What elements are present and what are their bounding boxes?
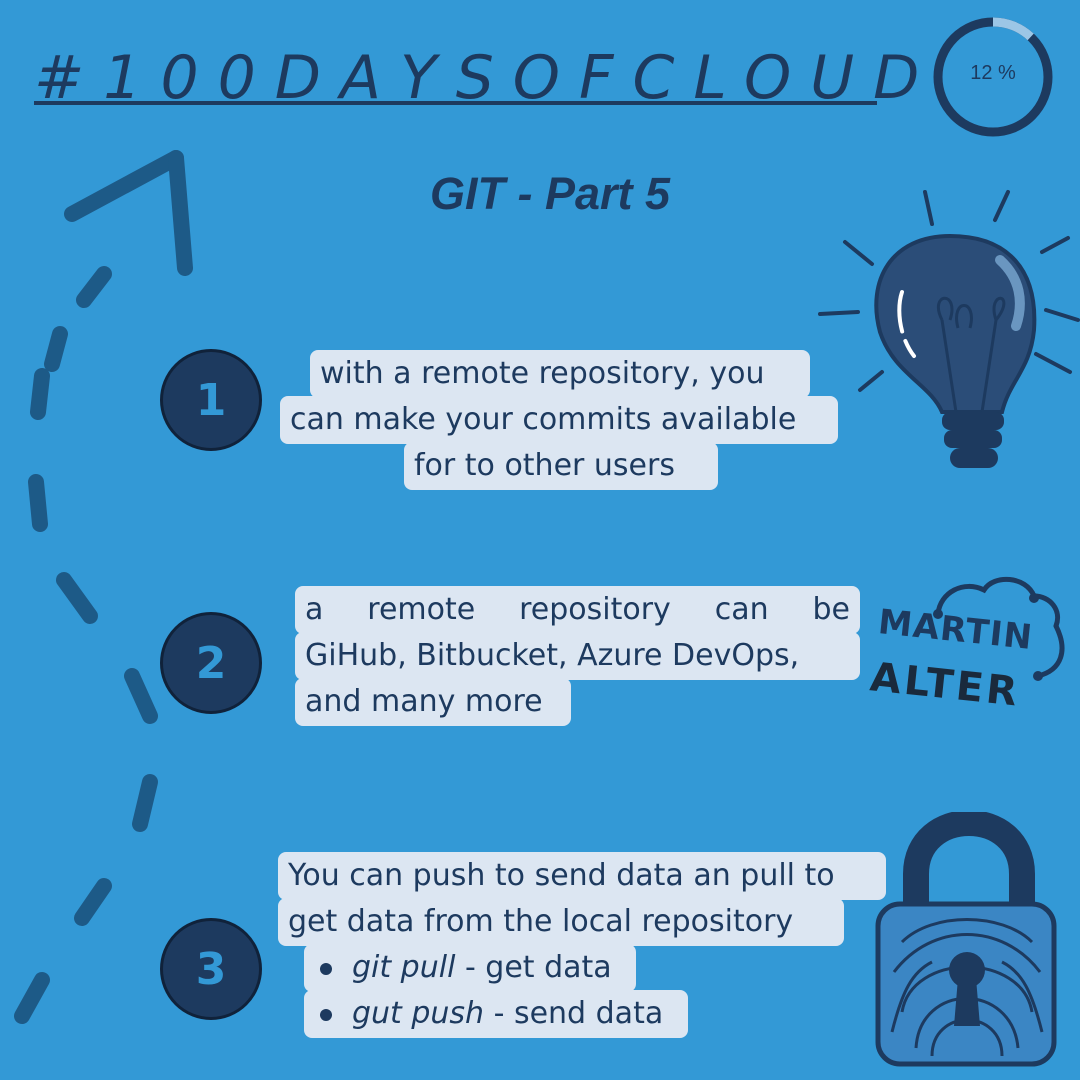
step-2-word: can [714,592,769,627]
bullet-description: - send data [484,996,664,1031]
step-1-text-line: for to other users [404,442,718,490]
step-number-badge: 2 [160,612,262,714]
step-number-badge: 3 [160,918,262,1020]
step-2-word: be [812,592,851,627]
step-2-word: remote [367,592,476,627]
step-1-text-line: with a remote repository, you [310,350,810,398]
step-2-text-line: GiHub, Bitbucket, Azure DevOps, [295,632,860,680]
bullet-command: gut push [352,996,485,1031]
step-2-text-line: a remote repository can be [295,586,860,634]
step-2-text-line: and many more [295,678,571,726]
step-3-bullet: gut push - send data [304,990,688,1038]
progress-label: 12 % [970,62,1016,84]
bullet-icon [320,962,332,975]
step-2-word: repository [519,592,671,627]
bullet-command: git pull [352,950,456,985]
step-3-text-line: get data from the local repository [278,898,844,946]
title-underline [34,101,877,105]
step-3-bullet: git pull - get data [304,944,636,992]
martin-alter-logo: MARTIN ALTER [868,570,1073,720]
lightbulb-icon [818,190,1080,468]
step-number-badge: 1 [160,349,262,451]
bullet-icon [320,1008,332,1021]
step-2-word: a [305,592,324,627]
padlock-icon [875,812,1057,1067]
step-3-text-line: You can push to send data an pull to [278,852,886,900]
subtitle: GIT - Part 5 [429,168,671,219]
bullet-description: - get data [455,950,612,985]
step-1-text-line: can make your commits available [280,396,838,444]
